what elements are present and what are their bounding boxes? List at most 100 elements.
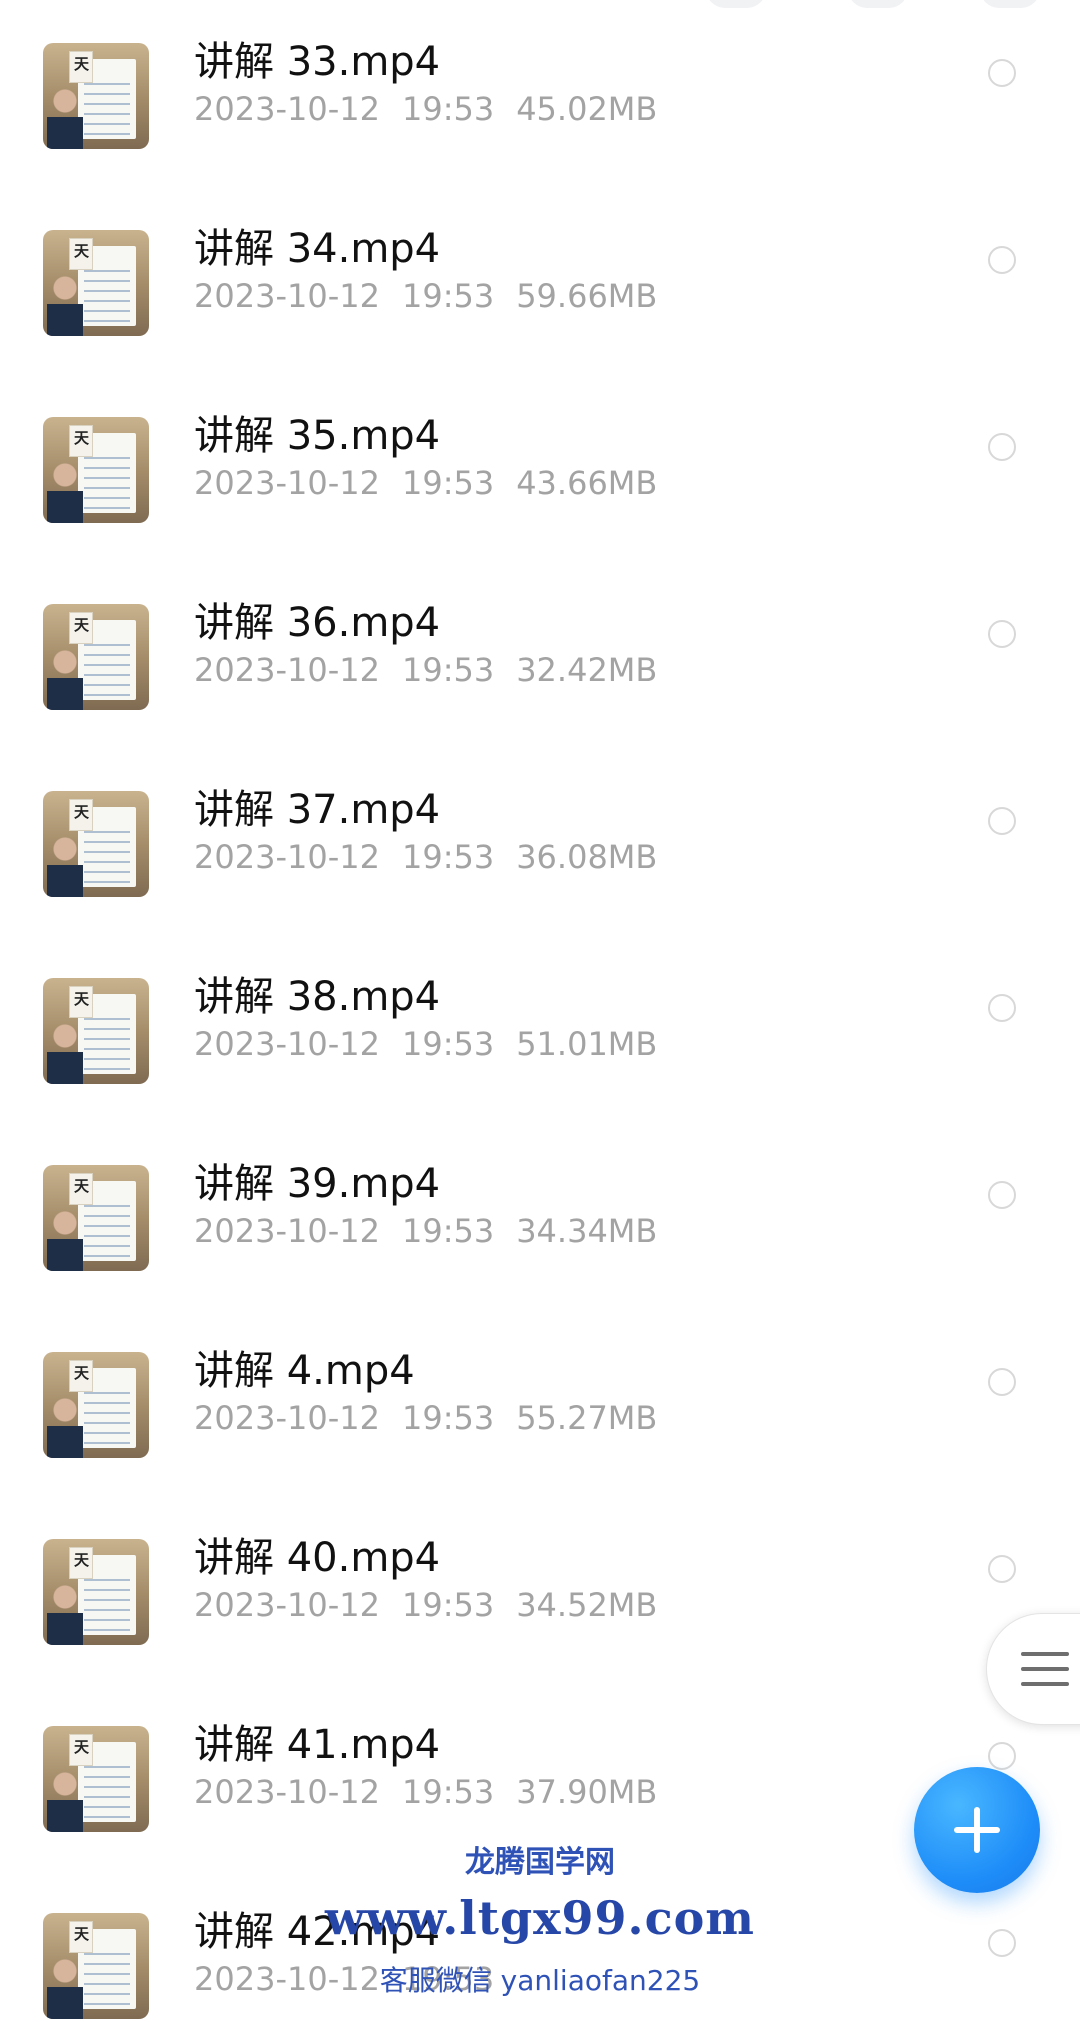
video-thumbnail[interactable]: 天 [43,230,149,336]
file-row[interactable]: 天 讲解 37.mp4 2023-10-12 19:53 36.08MB [0,713,1080,900]
video-thumbnail[interactable]: 天 [43,791,149,897]
file-meta: 2023-10-12 19:53 34.34MB [194,1211,679,1251]
thumbnail-glyph: 天 [74,55,90,73]
board-line [84,1796,130,1798]
board-line [84,1579,130,1581]
board-line [84,300,130,302]
board-line [84,1786,130,1788]
board-line [84,467,130,469]
board-line [84,270,130,272]
file-date: 2023-10-12 [194,838,380,876]
video-thumbnail[interactable]: 天 [43,1726,149,1832]
board-line [84,1028,130,1030]
file-size: 55.27MB [516,1399,658,1437]
select-radio[interactable] [988,1368,1016,1396]
thumbnail-glyph: 天 [74,1177,90,1195]
board-line [84,310,130,312]
file-size: 59.66MB [516,277,658,315]
select-radio[interactable] [988,620,1016,648]
board-line [84,831,130,833]
board-line [84,1225,130,1227]
file-row[interactable]: 天 讲解 40.mp4 2023-10-12 19:53 34.52MB [0,1461,1080,1648]
watermark-url: www.ltgx99.com [325,1891,755,1945]
file-row[interactable]: 天 讲解 33.mp4 2023-10-12 19:53 45.02MB [0,0,1080,152]
thumbnail-scroll: 天 [69,1547,93,1579]
board-line [84,320,130,322]
file-row[interactable]: 天 讲解 35.mp4 2023-10-12 19:53 43.66MB [0,339,1080,526]
board-line [84,83,130,85]
select-radio[interactable] [988,1742,1016,1770]
select-radio[interactable] [988,1181,1016,1209]
board-line [84,1619,130,1621]
thumbnail-glyph: 天 [74,1551,90,1569]
file-meta: 2023-10-12 19:53 59.66MB [194,276,679,316]
select-radio[interactable] [988,433,1016,461]
file-name: 讲解 38.mp4 [194,974,441,1020]
board-line [84,487,130,489]
thumbnail-person [47,461,83,523]
thumbnail-glyph: 天 [74,990,90,1008]
thumbnail-scroll: 天 [69,1360,93,1392]
board-line [84,1806,130,1808]
file-meta: 2023-10-12 19:53 36.08MB [194,837,679,877]
board-line [84,280,130,282]
select-radio[interactable] [988,246,1016,274]
file-meta: 2023-10-12 19:53 34.52MB [194,1585,679,1625]
file-date: 2023-10-12 [194,651,380,689]
select-radio[interactable] [988,807,1016,835]
board-line [84,881,130,883]
thumbnail-scroll: 天 [69,1734,93,1766]
file-row[interactable]: 天 讲解 39.mp4 2023-10-12 19:53 34.34MB [0,1087,1080,1274]
file-time: 19:53 [401,277,495,315]
board-line [84,457,130,459]
file-name: 讲解 33.mp4 [194,39,441,85]
file-row[interactable]: 天 讲解 34.mp4 2023-10-12 19:53 59.66MB [0,152,1080,339]
file-time: 19:53 [401,1586,495,1624]
board-line [84,871,130,873]
board-line [84,1255,130,1257]
hamburger-menu-icon [1021,1682,1069,1686]
file-name: 讲解 40.mp4 [194,1535,441,1581]
file-date: 2023-10-12 [194,277,380,315]
watermark-contact: 客服微信 yanliaofan225 [379,1964,701,1997]
thumbnail-person [47,1770,83,1832]
video-thumbnail[interactable]: 天 [43,978,149,1084]
board-line [84,1766,130,1768]
board-line [84,1392,130,1394]
video-thumbnail[interactable]: 天 [43,1165,149,1271]
board-line [84,290,130,292]
file-row[interactable]: 天 讲解 36.mp4 2023-10-12 19:53 32.42MB [0,526,1080,713]
video-thumbnail[interactable]: 天 [43,604,149,710]
file-name: 讲解 36.mp4 [194,600,441,646]
file-time: 19:53 [401,651,495,689]
file-meta: 2023-10-12 19:53 43.66MB [194,463,679,503]
board-line [84,1422,130,1424]
thumbnail-scroll: 天 [69,1173,93,1205]
thumbnail-person [47,648,83,710]
file-meta: 2023-10-12 19:53 32.42MB [194,650,679,690]
file-name: 讲解 34.mp4 [194,226,441,272]
watermark-title: 龙腾国学网 [465,1845,615,1880]
thumbnail-person [47,1583,83,1645]
file-meta: 2023-10-12 19:53 55.27MB [194,1398,679,1438]
select-radio[interactable] [988,59,1016,87]
video-thumbnail[interactable]: 天 [43,1539,149,1645]
video-thumbnail[interactable]: 天 [43,417,149,523]
select-radio[interactable] [988,994,1016,1022]
file-row[interactable]: 天 讲解 38.mp4 2023-10-12 19:53 51.01MB [0,900,1080,1087]
video-thumbnail[interactable]: 天 [43,1352,149,1458]
board-line [84,1609,130,1611]
file-size: 34.34MB [516,1212,658,1250]
video-thumbnail[interactable]: 天 [43,43,149,149]
file-meta: 2023-10-12 19:53 37.90MB [194,1772,679,1812]
thumbnail-glyph: 天 [74,242,90,260]
thumbnail-glyph: 天 [74,616,90,634]
board-line [84,1038,130,1040]
board-line [84,497,130,499]
thumbnail-glyph: 天 [74,1364,90,1382]
board-line [84,123,130,125]
board-line [84,1068,130,1070]
select-radio[interactable] [988,1555,1016,1583]
file-row[interactable]: 天 讲解 4.mp4 2023-10-12 19:53 55.27MB [0,1274,1080,1461]
board-line [84,1776,130,1778]
